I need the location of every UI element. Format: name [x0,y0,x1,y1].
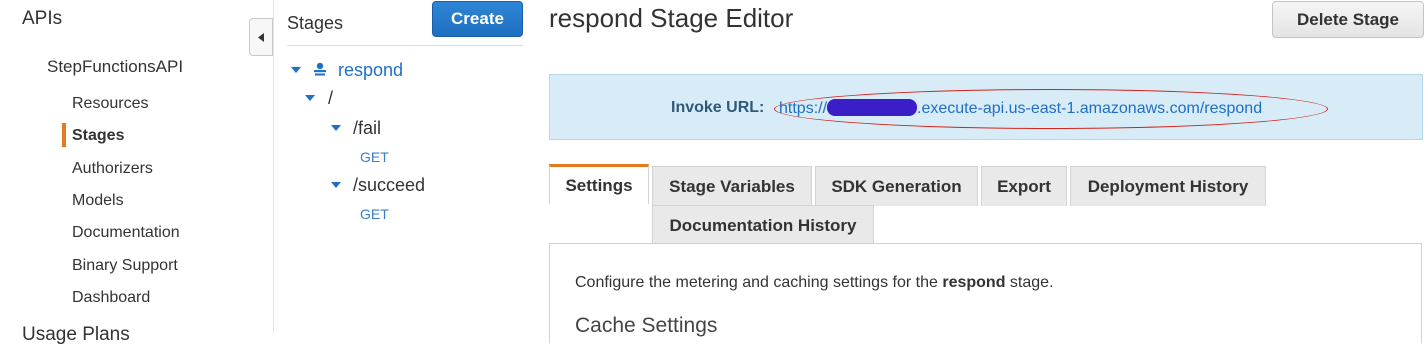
nav-active-indicator [62,123,66,147]
create-stage-button[interactable]: Create [432,1,523,37]
delete-stage-button[interactable]: Delete Stage [1272,1,1424,38]
tab-documentation-history[interactable]: Documentation History [652,205,874,245]
nav-api-name[interactable]: StepFunctionsAPI [47,57,183,77]
stages-divider [287,45,523,46]
method-get-succeed[interactable]: GET [360,206,389,222]
tab-export[interactable]: Export [981,166,1067,206]
stage-respond-link[interactable]: respond [338,60,403,81]
nav-item-authorizers[interactable]: Authorizers [72,160,153,178]
expand-caret-icon[interactable] [305,95,315,101]
description-text: Configure the metering and caching setti… [575,274,938,291]
expand-caret-icon[interactable] [291,67,301,73]
nav-item-models[interactable]: Models [72,192,124,210]
stages-title: Stages [287,13,344,33]
resource-root[interactable]: / [328,88,333,109]
resource-succeed[interactable]: /succeed [353,175,425,196]
nav-item-usage-plans[interactable]: Usage Plans [22,324,130,346]
nav-apis-link[interactable]: APIs [22,8,62,30]
page-title: respond Stage Editor [549,3,794,33]
nav-item-dashboard[interactable]: Dashboard [72,289,150,307]
annotation-oval [774,89,1328,129]
tab-settings[interactable]: Settings [549,164,649,204]
method-get-fail[interactable]: GET [360,149,389,165]
settings-description: Configure the metering and caching setti… [575,274,1054,292]
expand-caret-icon[interactable] [331,182,341,188]
settings-panel: Configure the metering and caching setti… [549,243,1422,343]
left-nav: APIs StepFunctionsAPI Resources Stages A… [0,0,248,345]
collapse-nav-button[interactable] [249,18,273,56]
tab-deployment-history[interactable]: Deployment History [1070,166,1266,206]
stages-panel: Stages Create respond / /fail GET /succe… [274,0,536,333]
expand-caret-icon[interactable] [331,125,341,131]
caret-left-icon [258,33,264,42]
description-suffix: stage. [1009,274,1054,291]
stage-editor: respond Stage Editor Delete Stage Invoke… [536,0,1428,343]
nav-item-documentation[interactable]: Documentation [72,224,180,242]
nav-item-binary-support[interactable]: Binary Support [72,257,178,275]
tab-sdk-generation[interactable]: SDK Generation [815,166,978,206]
nav-item-resources[interactable]: Resources [72,95,148,113]
tab-stage-variables[interactable]: Stage Variables [652,166,812,206]
stage-icon [314,62,326,76]
resource-fail[interactable]: /fail [353,118,381,139]
nav-item-stages[interactable]: Stages [72,127,124,145]
cache-settings-heading: Cache Settings [575,314,718,337]
invoke-url-box: Invoke URL: https://.execute-api.us-east… [549,74,1423,140]
description-stage-name: respond [942,274,1006,291]
invoke-url-label: Invoke URL: [671,99,765,116]
